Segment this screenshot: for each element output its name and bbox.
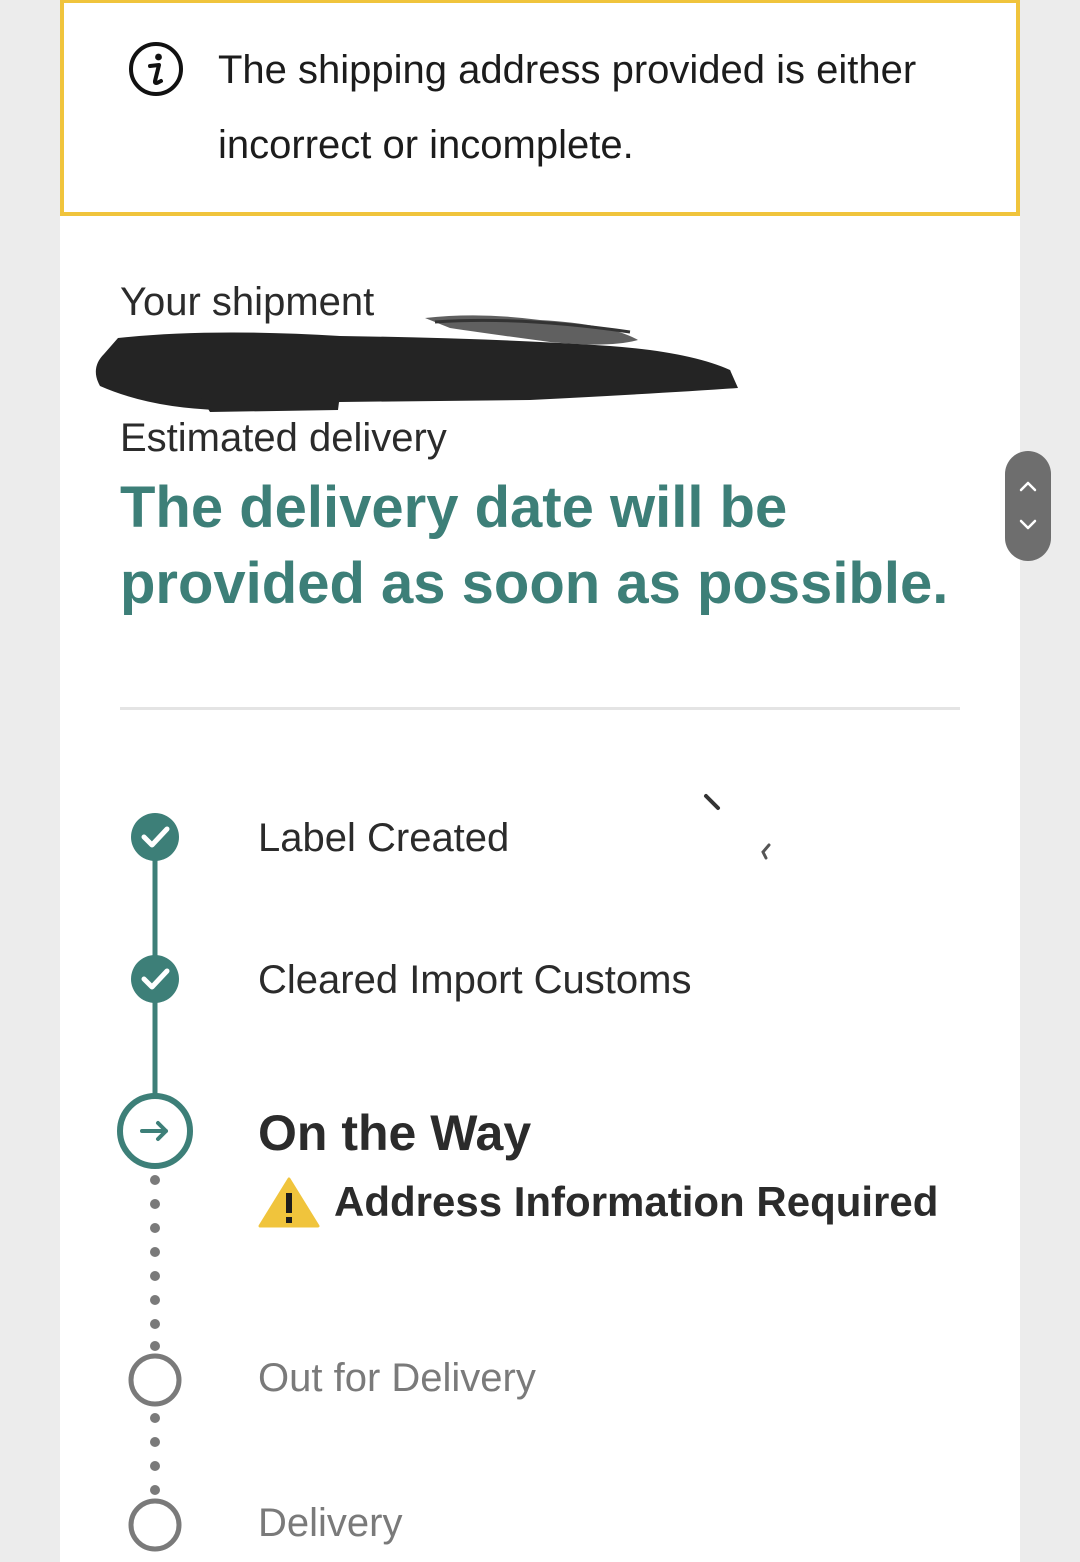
redacted-tracking-number bbox=[95, 315, 739, 412]
progress-timeline bbox=[117, 813, 193, 1552]
address-alert-banner: The shipping address provided is either … bbox=[60, 0, 1020, 216]
section-divider bbox=[120, 707, 960, 710]
stray-mark bbox=[704, 794, 720, 810]
step-cleared-customs: Cleared Import Customs bbox=[258, 958, 692, 1002]
warning-icon bbox=[258, 1177, 320, 1228]
tracking-page: The shipping address provided is either … bbox=[0, 0, 1080, 1562]
step-label-created: Label Created bbox=[258, 816, 510, 860]
chevron-up-icon[interactable] bbox=[1016, 475, 1040, 499]
step-current-marker bbox=[117, 1093, 193, 1169]
step-complete-marker bbox=[131, 813, 179, 861]
info-icon bbox=[129, 42, 183, 96]
scroll-handle[interactable] bbox=[1005, 451, 1051, 561]
step-delivery: Delivery bbox=[258, 1501, 403, 1545]
estimated-delivery-value: The delivery date will be provided as so… bbox=[120, 475, 949, 616]
stray-mark bbox=[761, 843, 771, 860]
chevron-down-icon[interactable] bbox=[1016, 512, 1040, 536]
step-on-the-way: On the Way bbox=[258, 1105, 532, 1161]
dotted-connector bbox=[150, 1175, 160, 1495]
estimated-delivery-label: Estimated delivery bbox=[120, 416, 447, 460]
address-warning-text: Address Information Required bbox=[334, 1178, 939, 1225]
step-complete-marker bbox=[131, 955, 179, 1003]
step-out-for-delivery: Out for Delivery bbox=[258, 1356, 536, 1400]
alert-message: The shipping address provided is either … bbox=[218, 48, 917, 167]
empty-circle-icon bbox=[128, 1498, 182, 1552]
empty-circle-icon bbox=[128, 1353, 182, 1407]
